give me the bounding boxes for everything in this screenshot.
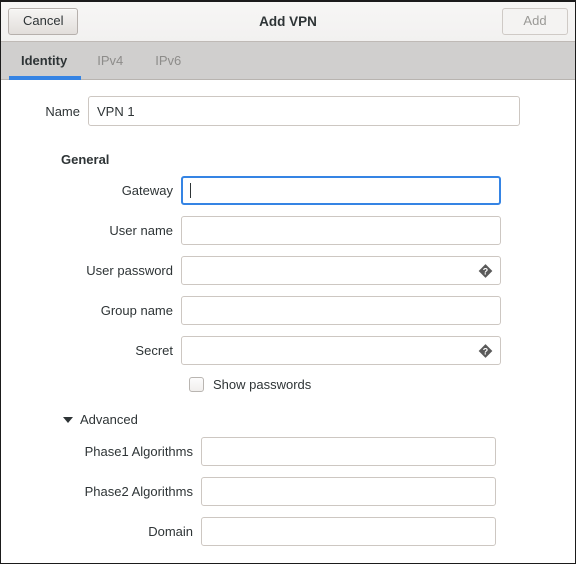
phase2-algorithms-input[interactable]: [201, 477, 496, 506]
domain-input[interactable]: [201, 517, 496, 546]
secret-input[interactable]: ?: [181, 336, 501, 365]
tab-identity-label: Identity: [21, 53, 68, 68]
secret-label: Secret: [135, 343, 173, 358]
show-passwords-label: Show passwords: [213, 377, 312, 392]
group-name-label: Group name: [100, 303, 173, 318]
tab-bar: Identity IPv4 IPv6: [1, 42, 575, 80]
question-diamond-icon[interactable]: ?: [478, 343, 493, 358]
domain-row: Domain: [1, 517, 575, 546]
tab-ipv4-label: IPv4: [97, 53, 124, 68]
phase2-algorithms-label: Phase2 Algorithms: [84, 484, 193, 499]
phase1-algorithms-label: Phase1 Algorithms: [84, 444, 193, 459]
show-passwords-row[interactable]: Show passwords: [189, 377, 575, 392]
user-name-input[interactable]: [181, 216, 501, 245]
add-button[interactable]: Add: [502, 7, 568, 36]
group-name-row: Group name: [1, 296, 575, 325]
name-input[interactable]: VPN 1: [88, 96, 520, 126]
phase1-algorithms-input[interactable]: [201, 437, 496, 466]
user-password-row: User password ?: [1, 256, 575, 285]
question-diamond-icon[interactable]: ?: [478, 263, 493, 278]
svg-text:?: ?: [483, 266, 488, 276]
text-cursor: [190, 183, 191, 198]
user-name-label: User name: [109, 223, 173, 238]
domain-label: Domain: [148, 524, 193, 539]
show-passwords-checkbox[interactable]: [189, 377, 204, 392]
user-name-row: User name: [1, 216, 575, 245]
cancel-button[interactable]: Cancel: [8, 7, 79, 36]
gateway-row: Gateway: [1, 176, 575, 205]
add-vpn-dialog: Cancel Add VPN Add Identity IPv4 IPv6 Na…: [0, 0, 576, 564]
advanced-label: Advanced: [80, 412, 138, 427]
secret-row: Secret ?: [1, 336, 575, 365]
tab-identity[interactable]: Identity: [9, 42, 82, 80]
gateway-input[interactable]: [181, 176, 501, 205]
advanced-expander[interactable]: Advanced: [63, 412, 575, 427]
identity-pane: Name VPN 1 General Gateway User name Use…: [1, 80, 575, 546]
name-row: Name VPN 1: [1, 80, 575, 126]
phase1-algorithms-row: Phase1 Algorithms: [1, 437, 575, 466]
general-section-heading: General: [61, 152, 110, 167]
tab-ipv4[interactable]: IPv4: [81, 42, 139, 79]
chevron-down-icon: [63, 416, 73, 423]
group-name-input[interactable]: [181, 296, 501, 325]
svg-text:?: ?: [483, 346, 488, 356]
name-label: Name: [45, 103, 80, 119]
gateway-label: Gateway: [121, 183, 173, 198]
tab-ipv6-label: IPv6: [155, 53, 182, 68]
dialog-title: Add VPN: [259, 14, 317, 29]
user-password-input[interactable]: ?: [181, 256, 501, 285]
dialog-headerbar: Cancel Add VPN Add: [1, 2, 575, 42]
tab-ipv6[interactable]: IPv6: [139, 42, 197, 79]
user-password-label: User password: [86, 263, 173, 278]
phase2-algorithms-row: Phase2 Algorithms: [1, 477, 575, 506]
